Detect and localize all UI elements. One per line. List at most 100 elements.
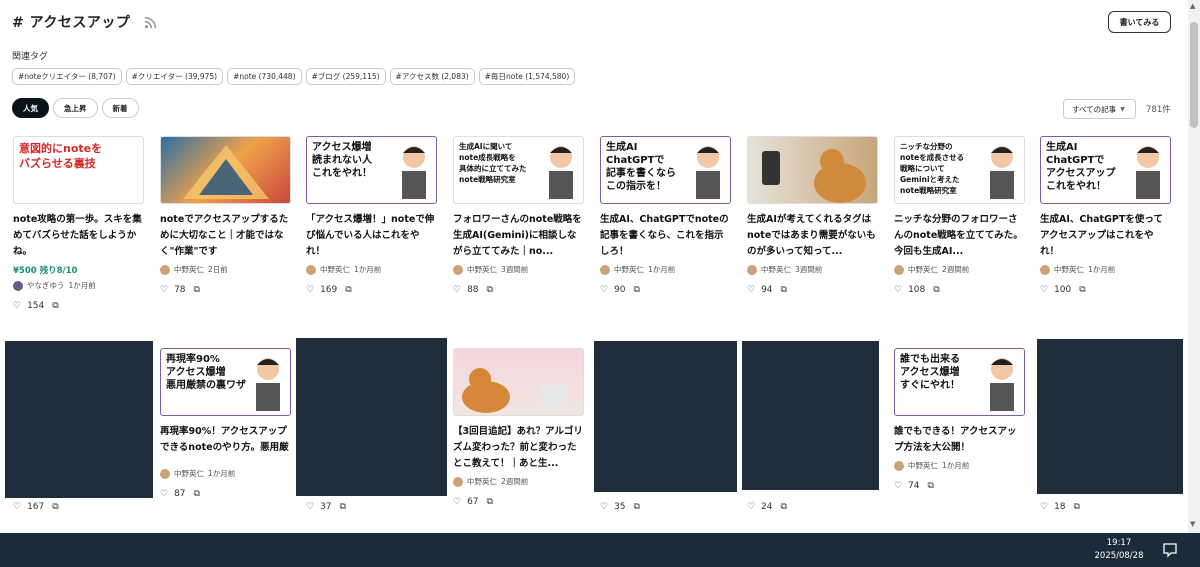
article-thumbnail[interactable] — [160, 136, 291, 204]
magazine-add-icon[interactable]: ⧉ — [487, 285, 493, 295]
magazine-add-icon[interactable]: ⧉ — [340, 502, 346, 512]
like-button[interactable]: ♡ 94 — [747, 285, 773, 295]
article-title[interactable]: noteでアクセスアップするために大切なこと｜才能ではなく"作業"です — [160, 212, 291, 260]
magazine-add-icon[interactable]: ⧉ — [52, 502, 58, 512]
tag-chip[interactable]: #毎日note (1,574,580) — [478, 68, 576, 85]
article-thumbnail[interactable] — [747, 136, 878, 204]
author-name[interactable]: やなぎゆう — [27, 280, 65, 291]
article-thumbnail[interactable]: アクセス爆増 読まれない人 これをやれ！ — [306, 136, 437, 204]
like-button[interactable]: ♡ 37 — [306, 502, 332, 512]
system-clock[interactable]: 19:17 2025/08/28 — [1088, 537, 1150, 563]
like-button[interactable]: ♡ 74 — [894, 481, 920, 491]
like-button[interactable]: ♡ 100 — [1040, 285, 1071, 295]
magazine-add-icon[interactable]: ⧉ — [1074, 502, 1080, 512]
article-title[interactable]: 再現率90%！アクセスアップできるnoteのやり方。悪用厳禁。 — [160, 424, 291, 456]
article-filter-select[interactable]: すべての記事 ▼ — [1063, 99, 1136, 119]
article-thumbnail[interactable]: 生成AIに聞いて note成長戦略を 具体的に立ててみた note戦略研究室 — [453, 136, 584, 204]
tag-chip[interactable]: #note (730,448) — [227, 68, 302, 85]
like-button[interactable]: ♡ 78 — [160, 285, 186, 295]
like-button[interactable]: ♡ 169 — [306, 285, 337, 295]
article-card[interactable]: ニッチな分野の noteを成長させる 戦略について Geminiと考えた not… — [894, 136, 1025, 295]
article-card[interactable]: 誰でも出来る アクセス爆増 すぐにやれ！ 誰でもできる！アクセスアップ方法を大公… — [894, 348, 1025, 491]
avatar[interactable] — [894, 460, 904, 471]
like-button[interactable]: ♡ 18 — [1040, 502, 1066, 512]
author-name[interactable]: 中野英仁 — [467, 264, 497, 275]
magazine-add-icon[interactable]: ⧉ — [345, 285, 351, 295]
scrollbar-thumb[interactable] — [1190, 22, 1198, 128]
magazine-add-icon[interactable]: ⧉ — [781, 502, 787, 512]
magazine-add-icon[interactable]: ⧉ — [928, 481, 934, 491]
scroll-down-arrow-icon[interactable]: ▼ — [1190, 520, 1195, 528]
article-thumbnail[interactable]: ニッチな分野の noteを成長させる 戦略について Geminiと考えた not… — [894, 136, 1025, 204]
magazine-add-icon[interactable]: ⧉ — [487, 497, 493, 507]
article-title[interactable]: 生成AI、ChatGPTを使ってアクセスアップはこれをやれ！ — [1040, 212, 1171, 260]
article-card[interactable]: 【3回目追記】あれ？アルゴリズム変わった？前と変わったとこ教えて！｜あと生...… — [453, 348, 584, 507]
avatar[interactable] — [453, 264, 463, 275]
article-card[interactable]: 再現率90% アクセス爆増 悪用厳禁の裏ワザ 再現率90%！アクセスアップできる… — [160, 348, 291, 499]
author-name[interactable]: 中野英仁 — [761, 264, 791, 275]
article-card[interactable]: 生成AIに聞いて note成長戦略を 具体的に立ててみた note戦略研究室 フ… — [453, 136, 584, 295]
sort-tab-trending[interactable]: 急上昇 — [53, 98, 98, 118]
like-button[interactable]: ♡ 167 — [13, 502, 44, 512]
like-button[interactable]: ♡ 67 — [453, 497, 479, 507]
like-button[interactable]: ♡ 90 — [600, 285, 626, 295]
article-thumbnail[interactable]: 意図的にnoteを バズらせる裏技 — [13, 136, 144, 204]
magazine-add-icon[interactable]: ⧉ — [933, 285, 939, 295]
avatar[interactable] — [1040, 264, 1050, 275]
article-thumbnail[interactable]: 誰でも出来る アクセス爆増 すぐにやれ！ — [894, 348, 1025, 416]
article-thumbnail[interactable] — [453, 348, 584, 416]
author-name[interactable]: 中野英仁 — [1054, 264, 1084, 275]
article-thumbnail[interactable]: 生成AI ChatGPTで 記事を書くなら この指示を！ — [600, 136, 731, 204]
tag-chip[interactable]: #noteクリエイター (8,707) — [12, 68, 122, 85]
article-title[interactable]: 生成AI、ChatGPTでnoteの記事を書くなら、これを指示しろ！ — [600, 212, 731, 260]
tag-chip[interactable]: #ブログ (259,115) — [305, 68, 386, 85]
article-title[interactable]: 誰でもできる！アクセスアップ方法を大公開！ — [894, 424, 1025, 456]
author-name[interactable]: 中野英仁 — [614, 264, 644, 275]
avatar[interactable] — [160, 468, 170, 479]
avatar[interactable] — [160, 264, 170, 275]
like-button[interactable]: ♡ 87 — [160, 489, 186, 499]
magazine-add-icon[interactable]: ⧉ — [194, 285, 200, 295]
avatar[interactable] — [453, 476, 463, 487]
like-button[interactable]: ♡ 108 — [894, 285, 925, 295]
article-card[interactable]: 生成AIが考えてくれるタグはnoteではあまり需要がないものが多いって知って..… — [747, 136, 878, 295]
avatar[interactable] — [13, 280, 23, 291]
article-title[interactable]: note攻略の第一歩。スキを集めてバズらせた話をしようかね。 — [13, 212, 144, 260]
magazine-add-icon[interactable]: ⧉ — [634, 502, 640, 512]
article-card[interactable]: 意図的にnoteを バズらせる裏技 note攻略の第一歩。スキを集めてバズらせた… — [13, 136, 144, 311]
magazine-add-icon[interactable]: ⧉ — [634, 285, 640, 295]
article-thumbnail[interactable]: 生成AI ChatGPTで アクセスアップ これをやれ！ — [1040, 136, 1171, 204]
author-name[interactable]: 中野英仁 — [908, 460, 938, 471]
article-card[interactable]: noteでアクセスアップするために大切なこと｜才能ではなく"作業"です 中野英仁… — [160, 136, 291, 295]
author-name[interactable]: 中野英仁 — [174, 264, 204, 275]
author-name[interactable]: 中野英仁 — [467, 476, 497, 487]
tag-chip[interactable]: #アクセス数 (2,083) — [389, 68, 475, 85]
article-title[interactable]: フォロワーさんのnote戦略を生成AI(Gemini)に相談しながら立ててみた｜… — [453, 212, 584, 260]
magazine-add-icon[interactable]: ⧉ — [194, 489, 200, 499]
magazine-add-icon[interactable]: ⧉ — [781, 285, 787, 295]
avatar[interactable] — [894, 264, 904, 275]
sort-tab-new[interactable]: 新着 — [101, 98, 139, 118]
magazine-add-icon[interactable]: ⧉ — [52, 301, 58, 311]
article-card[interactable]: 生成AI ChatGPTで 記事を書くなら この指示を！ 生成AI、ChatGP… — [600, 136, 731, 295]
avatar[interactable] — [306, 264, 316, 275]
magazine-add-icon[interactable]: ⧉ — [1079, 285, 1085, 295]
like-button[interactable]: ♡ 154 — [13, 301, 44, 311]
avatar[interactable] — [747, 264, 757, 275]
article-title[interactable]: 「アクセス爆増！」noteで伸び悩んでいる人はこれをやれ！ — [306, 212, 437, 260]
page-scrollbar[interactable]: ▲ ▼ — [1188, 0, 1200, 533]
author-name[interactable]: 中野英仁 — [174, 468, 204, 479]
tag-chip[interactable]: #クリエイター (39,975) — [125, 68, 224, 85]
avatar[interactable] — [600, 264, 610, 275]
sort-tab-popular[interactable]: 人気 — [12, 98, 49, 118]
article-thumbnail[interactable]: 再現率90% アクセス爆増 悪用厳禁の裏ワザ — [160, 348, 291, 416]
author-name[interactable]: 中野英仁 — [320, 264, 350, 275]
article-card[interactable]: アクセス爆増 読まれない人 これをやれ！ 「アクセス爆増！」noteで伸び悩んで… — [306, 136, 437, 295]
article-title[interactable]: ニッチな分野のフォロワーさんのnote戦略を立ててみた。今回も生成AI... — [894, 212, 1025, 260]
notification-icon[interactable] — [1162, 542, 1178, 558]
like-button[interactable]: ♡ 35 — [600, 502, 626, 512]
scroll-up-arrow-icon[interactable]: ▲ — [1190, 2, 1195, 10]
article-title[interactable]: 生成AIが考えてくれるタグはnoteではあまり需要がないものが多いって知って..… — [747, 212, 878, 260]
author-name[interactable]: 中野英仁 — [908, 264, 938, 275]
like-button[interactable]: ♡ 88 — [453, 285, 479, 295]
